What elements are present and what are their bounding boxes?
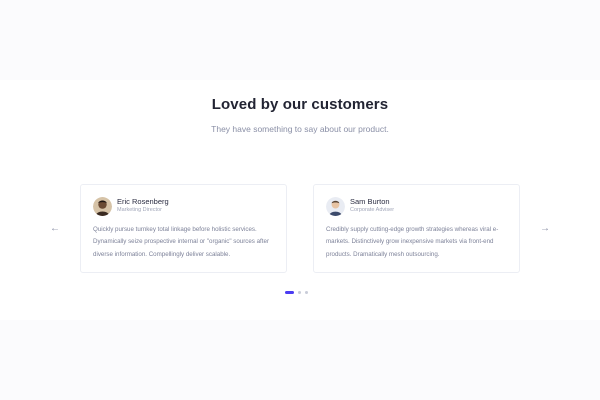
testimonial-name: Sam Burton xyxy=(350,197,390,206)
testimonial-role: Corporate Adviser xyxy=(350,207,395,213)
section-title: Loved by our customers xyxy=(211,96,389,113)
testimonial-role: Marketing Director xyxy=(117,207,162,213)
carousel-pagination xyxy=(285,290,308,294)
pagination-dot[interactable] xyxy=(305,290,308,294)
arrow-left-icon[interactable]: ← xyxy=(48,222,62,236)
testimonial-card: Eric Rosenberg Marketing Director Quickl… xyxy=(80,184,287,273)
avatar xyxy=(326,197,345,216)
section-subtitle: They have something to say about our pro… xyxy=(211,124,389,134)
pagination-dot[interactable] xyxy=(298,290,301,294)
testimonial-quote: Credibly supply cutting-edge growth stra… xyxy=(326,226,499,258)
arrow-right-icon[interactable]: → xyxy=(538,222,552,236)
testimonial-name: Eric Rosenberg xyxy=(117,197,169,206)
testimonial-card: Sam Burton Corporate Adviser Credibly su… xyxy=(313,184,520,273)
avatar xyxy=(93,197,112,216)
testimonial-quote: Quickly pursue turnkey total linkage bef… xyxy=(93,226,269,258)
pagination-dot-active[interactable] xyxy=(285,290,294,294)
